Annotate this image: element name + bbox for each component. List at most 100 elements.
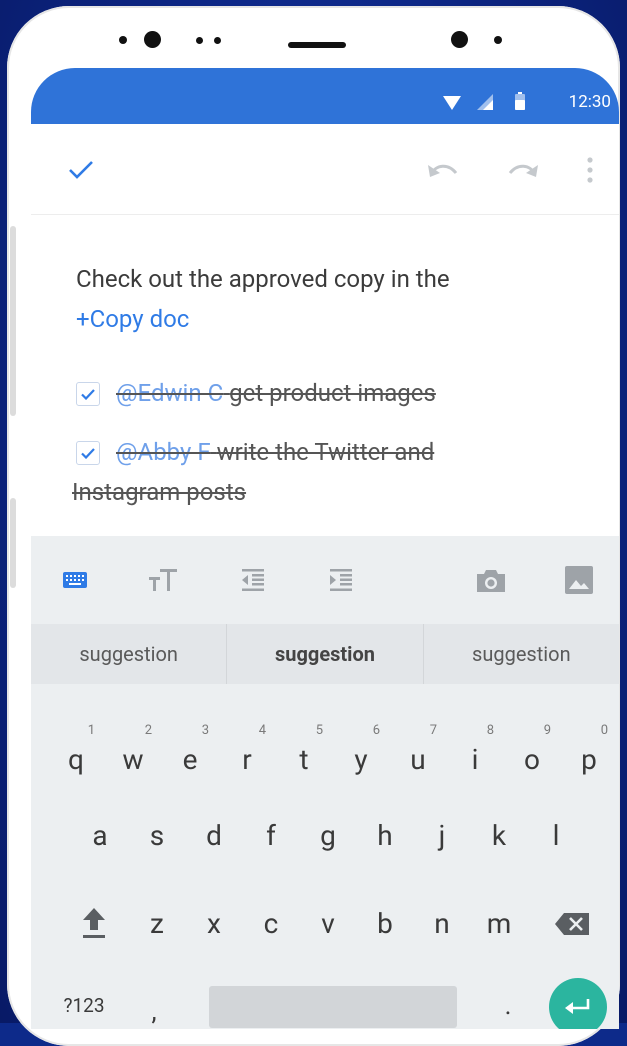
suggestion-right[interactable]: suggestion: [424, 624, 619, 684]
key-x[interactable]: x: [189, 894, 239, 954]
image-icon: [565, 566, 593, 594]
front-sensor: [494, 36, 502, 44]
key-j[interactable]: j: [417, 806, 467, 866]
key-hint: 8: [486, 723, 494, 738]
done-button[interactable]: [61, 150, 101, 190]
undo-button[interactable]: [421, 150, 465, 190]
task-item: @Edwin C get product images: [76, 373, 596, 413]
key-s[interactable]: s: [132, 806, 182, 866]
check-icon: [81, 447, 95, 459]
suggestion-bar: suggestion suggestion suggestion: [31, 624, 619, 684]
front-sensor: [196, 37, 203, 44]
check-icon: [69, 161, 93, 179]
key-hint: 2: [144, 723, 152, 738]
key-label: q: [68, 743, 84, 776]
key-label: o: [524, 743, 540, 776]
backspace-icon: [555, 913, 589, 935]
task-checkbox[interactable]: [76, 382, 100, 406]
key-e[interactable]: e3: [165, 724, 215, 790]
task-text: @Abby F write the Twitter and: [116, 432, 586, 472]
key-i[interactable]: i8: [450, 724, 500, 790]
key-g[interactable]: g: [303, 806, 353, 866]
task-mention[interactable]: @Edwin C: [116, 379, 223, 407]
note-editor[interactable]: Check out the approved copy in the +Copy…: [31, 215, 619, 535]
key-q[interactable]: q1: [51, 724, 101, 790]
text-size-button[interactable]: [141, 558, 185, 602]
key-m[interactable]: m: [474, 894, 524, 954]
text-size-icon: [149, 569, 177, 591]
signal-icon: [477, 94, 493, 110]
key-label: t: [299, 743, 309, 776]
key-f[interactable]: f: [246, 806, 296, 866]
outdent-icon: [242, 569, 264, 591]
volume-button: [10, 226, 16, 416]
symbols-key[interactable]: ?123: [49, 976, 119, 1029]
suggestion-center[interactable]: suggestion: [227, 624, 422, 684]
key-hint: 0: [600, 723, 608, 738]
backspace-key[interactable]: [547, 894, 597, 954]
screen: 12:30 Check out the approved copy in the…: [31, 68, 619, 1029]
key-label: u: [410, 743, 426, 776]
front-sensor: [214, 37, 221, 44]
indent-button[interactable]: [319, 558, 363, 602]
keyboard-toggle-button[interactable]: [53, 558, 97, 602]
image-button[interactable]: [557, 558, 601, 602]
camera-button[interactable]: [469, 558, 513, 602]
status-bar: 12:30: [31, 68, 619, 124]
key-a[interactable]: a: [75, 806, 125, 866]
key-o[interactable]: o9: [507, 724, 557, 790]
redo-icon: [508, 164, 538, 177]
wifi-icon: [443, 96, 461, 110]
task-label: get product images: [229, 379, 436, 407]
status-time: 12:30: [568, 92, 611, 112]
key-label: w: [122, 743, 144, 776]
key-hint: 5: [315, 723, 323, 738]
app-bar: [31, 124, 619, 215]
comma-key[interactable]: ,: [129, 982, 179, 1029]
task-text: @Edwin C get product images: [116, 373, 586, 413]
enter-key[interactable]: [549, 978, 607, 1029]
task-item: @Abby F write the Twitter and Instagram …: [72, 432, 596, 512]
key-d[interactable]: d: [189, 806, 239, 866]
key-k[interactable]: k: [474, 806, 524, 866]
key-label: r: [242, 743, 252, 776]
side-button: [10, 498, 16, 588]
redo-button[interactable]: [501, 150, 545, 190]
outdent-button[interactable]: [231, 558, 275, 602]
key-hint: 3: [201, 723, 209, 738]
key-r[interactable]: r4: [222, 724, 272, 790]
key-hint: 4: [258, 723, 266, 738]
task-label-continued: Instagram posts: [72, 478, 247, 506]
front-sensor: [119, 36, 127, 44]
key-hint: 9: [543, 723, 551, 738]
key-hint: 1: [87, 723, 95, 738]
key-t[interactable]: t5: [279, 724, 329, 790]
task-mention[interactable]: @Abby F: [116, 438, 211, 466]
shift-key[interactable]: [69, 894, 119, 954]
more-button[interactable]: [577, 150, 603, 190]
undo-icon: [428, 164, 458, 177]
key-n[interactable]: n: [417, 894, 467, 954]
key-u[interactable]: u7: [393, 724, 443, 790]
suggestion-left[interactable]: suggestion: [31, 624, 226, 684]
enter-icon: [565, 999, 590, 1014]
key-v[interactable]: v: [303, 894, 353, 954]
space-key[interactable]: [209, 986, 457, 1028]
key-p[interactable]: p0: [564, 724, 614, 790]
check-icon: [81, 388, 95, 400]
battery-icon: [515, 92, 525, 110]
key-c[interactable]: c: [246, 894, 296, 954]
note-text: Check out the approved copy in the: [76, 265, 450, 293]
key-label: y: [354, 743, 368, 776]
key-w[interactable]: w2: [108, 724, 158, 790]
period-key[interactable]: .: [483, 976, 533, 1029]
key-z[interactable]: z: [132, 894, 182, 954]
key-h[interactable]: h: [360, 806, 410, 866]
doc-link[interactable]: +Copy doc: [76, 305, 189, 333]
key-b[interactable]: b: [360, 894, 410, 954]
task-checkbox[interactable]: [76, 441, 100, 465]
key-l[interactable]: l: [531, 806, 581, 866]
keyboard: suggestion suggestion suggestion q1 w2 e…: [31, 536, 619, 1029]
phone-frame: 12:30 Check out the approved copy in the…: [7, 6, 620, 1046]
key-y[interactable]: y6: [336, 724, 386, 790]
